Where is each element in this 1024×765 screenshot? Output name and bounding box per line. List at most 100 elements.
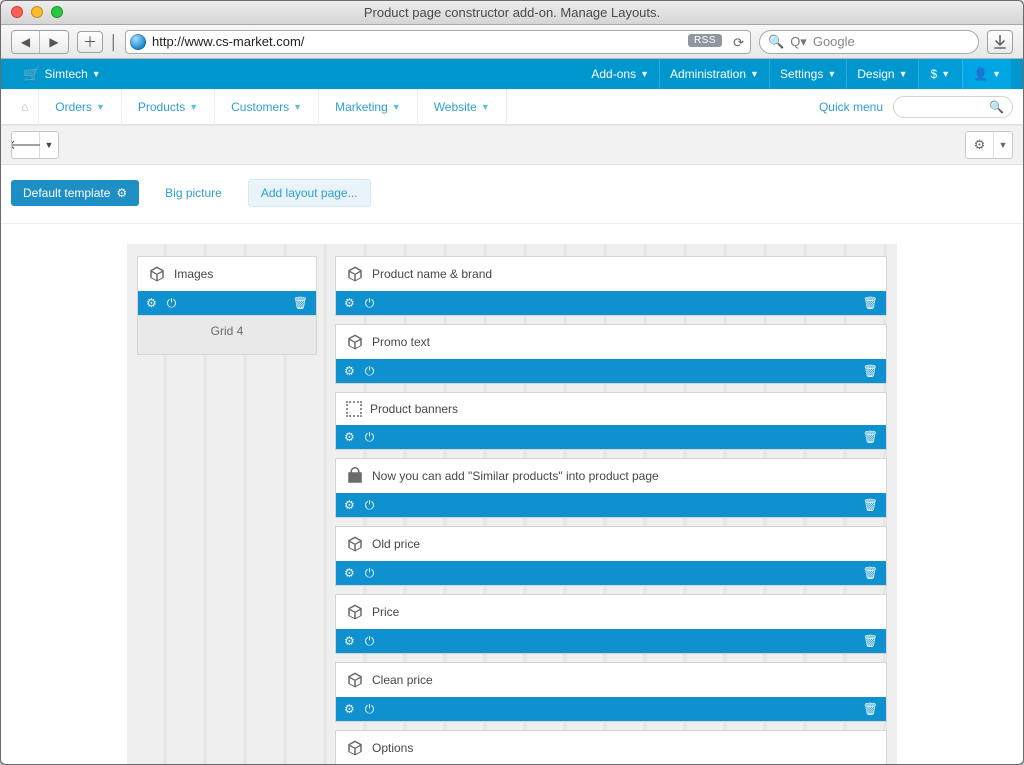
- layout-canvas: Images ⚙ ⏻ 🗑 Grid 4 Product na: [127, 244, 897, 764]
- menu-marketing[interactable]: Marketing▼: [319, 89, 418, 125]
- layout-left-column: Images ⚙ ⏻ 🗑 Grid 4: [137, 256, 317, 764]
- block-delete-icon[interactable]: 🗑: [863, 566, 878, 580]
- topbar-currency[interactable]: $▼: [918, 59, 963, 89]
- window-title: Product page constructor add-on. Manage …: [364, 5, 660, 20]
- block-product-banners[interactable]: Product banners ⚙⏻🗑: [335, 392, 887, 450]
- block-delete-icon[interactable]: 🗑: [863, 634, 878, 648]
- block-title: Product name & brand: [372, 267, 492, 281]
- block-title: Price: [372, 605, 399, 619]
- block-delete-icon[interactable]: 🗑: [863, 498, 878, 512]
- block-gear-icon[interactable]: ⚙: [344, 430, 355, 444]
- url-text: http://www.cs-market.com/: [152, 34, 304, 49]
- block-similar-products-note[interactable]: Now you can add "Similar products" into …: [335, 458, 887, 518]
- block-gear-icon[interactable]: ⚙: [344, 634, 355, 648]
- browser-toolbar: ◀ ▶ ＋ │ http://www.cs-market.com/ RSS ⟳ …: [1, 25, 1023, 59]
- block-power-icon[interactable]: ⏻: [365, 566, 375, 581]
- cube-icon: [346, 265, 364, 283]
- tab-default-template[interactable]: Default template ⚙: [11, 180, 139, 206]
- block-gear-icon[interactable]: ⚙: [344, 296, 355, 310]
- browser-search-field[interactable]: 🔍 Q▾ Google: [759, 30, 979, 54]
- grid-slot[interactable]: Grid 4: [137, 316, 317, 355]
- cube-icon: [346, 603, 364, 621]
- cube-icon: [346, 671, 364, 689]
- brand-menu[interactable]: 🛒 Simtech ▼: [13, 59, 111, 89]
- admin-search-field[interactable]: 🔍: [893, 96, 1013, 118]
- window-titlebar: Product page constructor add-on. Manage …: [1, 1, 1023, 25]
- reload-icon[interactable]: ⟳: [733, 35, 744, 51]
- dashed-square-icon: [346, 401, 362, 417]
- tab-big-picture[interactable]: Big picture: [153, 180, 234, 206]
- downloads-button[interactable]: [987, 30, 1013, 54]
- block-images[interactable]: Images ⚙ ⏻ 🗑: [137, 256, 317, 316]
- block-options[interactable]: Options: [335, 730, 887, 764]
- block-delete-icon[interactable]: 🗑: [863, 296, 878, 310]
- zoom-window-button[interactable]: [51, 6, 63, 18]
- user-icon: 👤: [973, 67, 988, 81]
- back-button-group: 🡐 ▼: [11, 131, 59, 159]
- add-layout-page-button[interactable]: Add layout page...: [248, 179, 371, 207]
- block-power-icon[interactable]: ⏻: [365, 634, 375, 649]
- layout-canvas-wrapper: Images ⚙ ⏻ 🗑 Grid 4 Product na: [1, 224, 1023, 764]
- block-power-icon[interactable]: ⏻: [365, 296, 375, 311]
- page-action-row: 🡐 ▼ ⚙ ▼: [1, 125, 1023, 165]
- back-button[interactable]: ◀: [12, 31, 40, 53]
- block-clean-price[interactable]: Clean price ⚙ ⏻ 🗑: [335, 662, 887, 722]
- layout-tabs-row: Default template ⚙ Big picture Add layou…: [1, 165, 1023, 224]
- block-gear-icon[interactable]: ⚙: [344, 364, 355, 378]
- block-power-icon[interactable]: ⏻: [167, 296, 177, 311]
- close-window-button[interactable]: [11, 6, 23, 18]
- page-back-dropdown[interactable]: ▼: [40, 132, 58, 158]
- block-old-price[interactable]: Old price ⚙ ⏻ 🗑: [335, 526, 887, 586]
- cube-icon: [346, 333, 364, 351]
- block-title: Now you can add "Similar products" into …: [372, 469, 659, 483]
- add-bookmark-button[interactable]: ＋: [77, 31, 103, 53]
- gear-icon: ⚙: [116, 186, 127, 200]
- block-title: Promo text: [372, 335, 430, 349]
- block-delete-icon[interactable]: 🗑: [863, 364, 878, 378]
- block-title: Clean price: [372, 673, 433, 687]
- traffic-lights: [11, 6, 63, 18]
- admin-topbar: 🛒 Simtech ▼ Add-ons▼ Administration▼ Set…: [1, 59, 1023, 89]
- page-back-button[interactable]: 🡐: [12, 132, 40, 158]
- quick-menu-link[interactable]: Quick menu: [819, 100, 893, 114]
- toolbar-divider: │: [111, 31, 117, 53]
- admin-mainmenu: ⌂ Orders▼ Products▼ Customers▼ Marketing…: [1, 89, 1023, 125]
- home-button[interactable]: ⌂: [11, 89, 39, 125]
- block-gear-icon[interactable]: ⚙: [344, 498, 355, 512]
- page-settings-button[interactable]: ⚙: [966, 132, 994, 158]
- block-title: Images: [174, 267, 213, 281]
- block-power-icon[interactable]: ⏻: [365, 702, 375, 717]
- topbar-item-settings[interactable]: Settings▼: [769, 59, 846, 89]
- nav-button-group: ◀ ▶: [11, 30, 69, 54]
- page-settings-dropdown[interactable]: ▼: [994, 132, 1012, 158]
- topbar-item-design[interactable]: Design▼: [846, 59, 917, 89]
- menu-orders[interactable]: Orders▼: [39, 89, 122, 125]
- block-power-icon[interactable]: ⏻: [365, 364, 375, 379]
- search-icon: 🔍: [989, 100, 1004, 114]
- block-power-icon[interactable]: ⏻: [365, 498, 375, 513]
- cart-icon: 🛒: [23, 66, 40, 83]
- block-power-icon[interactable]: ⏻: [365, 430, 375, 445]
- rss-badge[interactable]: RSS: [688, 34, 722, 47]
- gear-button-group: ⚙ ▼: [965, 131, 1013, 159]
- block-gear-icon[interactable]: ⚙: [344, 566, 355, 580]
- topbar-item-addons[interactable]: Add-ons▼: [581, 59, 659, 89]
- block-product-name-brand[interactable]: Product name & brand ⚙ ⏻ 🗑: [335, 256, 887, 316]
- block-gear-icon[interactable]: ⚙: [146, 296, 157, 310]
- menu-products[interactable]: Products▼: [122, 89, 215, 125]
- block-gear-icon[interactable]: ⚙: [344, 702, 355, 716]
- block-price[interactable]: Price ⚙ ⏻ 🗑: [335, 594, 887, 654]
- menu-customers[interactable]: Customers▼: [215, 89, 319, 125]
- topbar-item-administration[interactable]: Administration▼: [659, 59, 769, 89]
- topbar-user-menu[interactable]: 👤▼: [962, 59, 1011, 89]
- search-icon: 🔍: [768, 34, 784, 50]
- menu-website[interactable]: Website▼: [418, 89, 507, 125]
- block-title: Old price: [372, 537, 420, 551]
- block-promo-text[interactable]: Promo text ⚙ ⏻ 🗑: [335, 324, 887, 384]
- block-delete-icon[interactable]: 🗑: [863, 702, 878, 716]
- block-delete-icon[interactable]: 🗑: [863, 430, 878, 444]
- block-delete-icon[interactable]: 🗑: [293, 296, 308, 310]
- address-bar[interactable]: http://www.cs-market.com/ RSS ⟳: [125, 30, 751, 54]
- forward-button[interactable]: ▶: [40, 31, 68, 53]
- minimize-window-button[interactable]: [31, 6, 43, 18]
